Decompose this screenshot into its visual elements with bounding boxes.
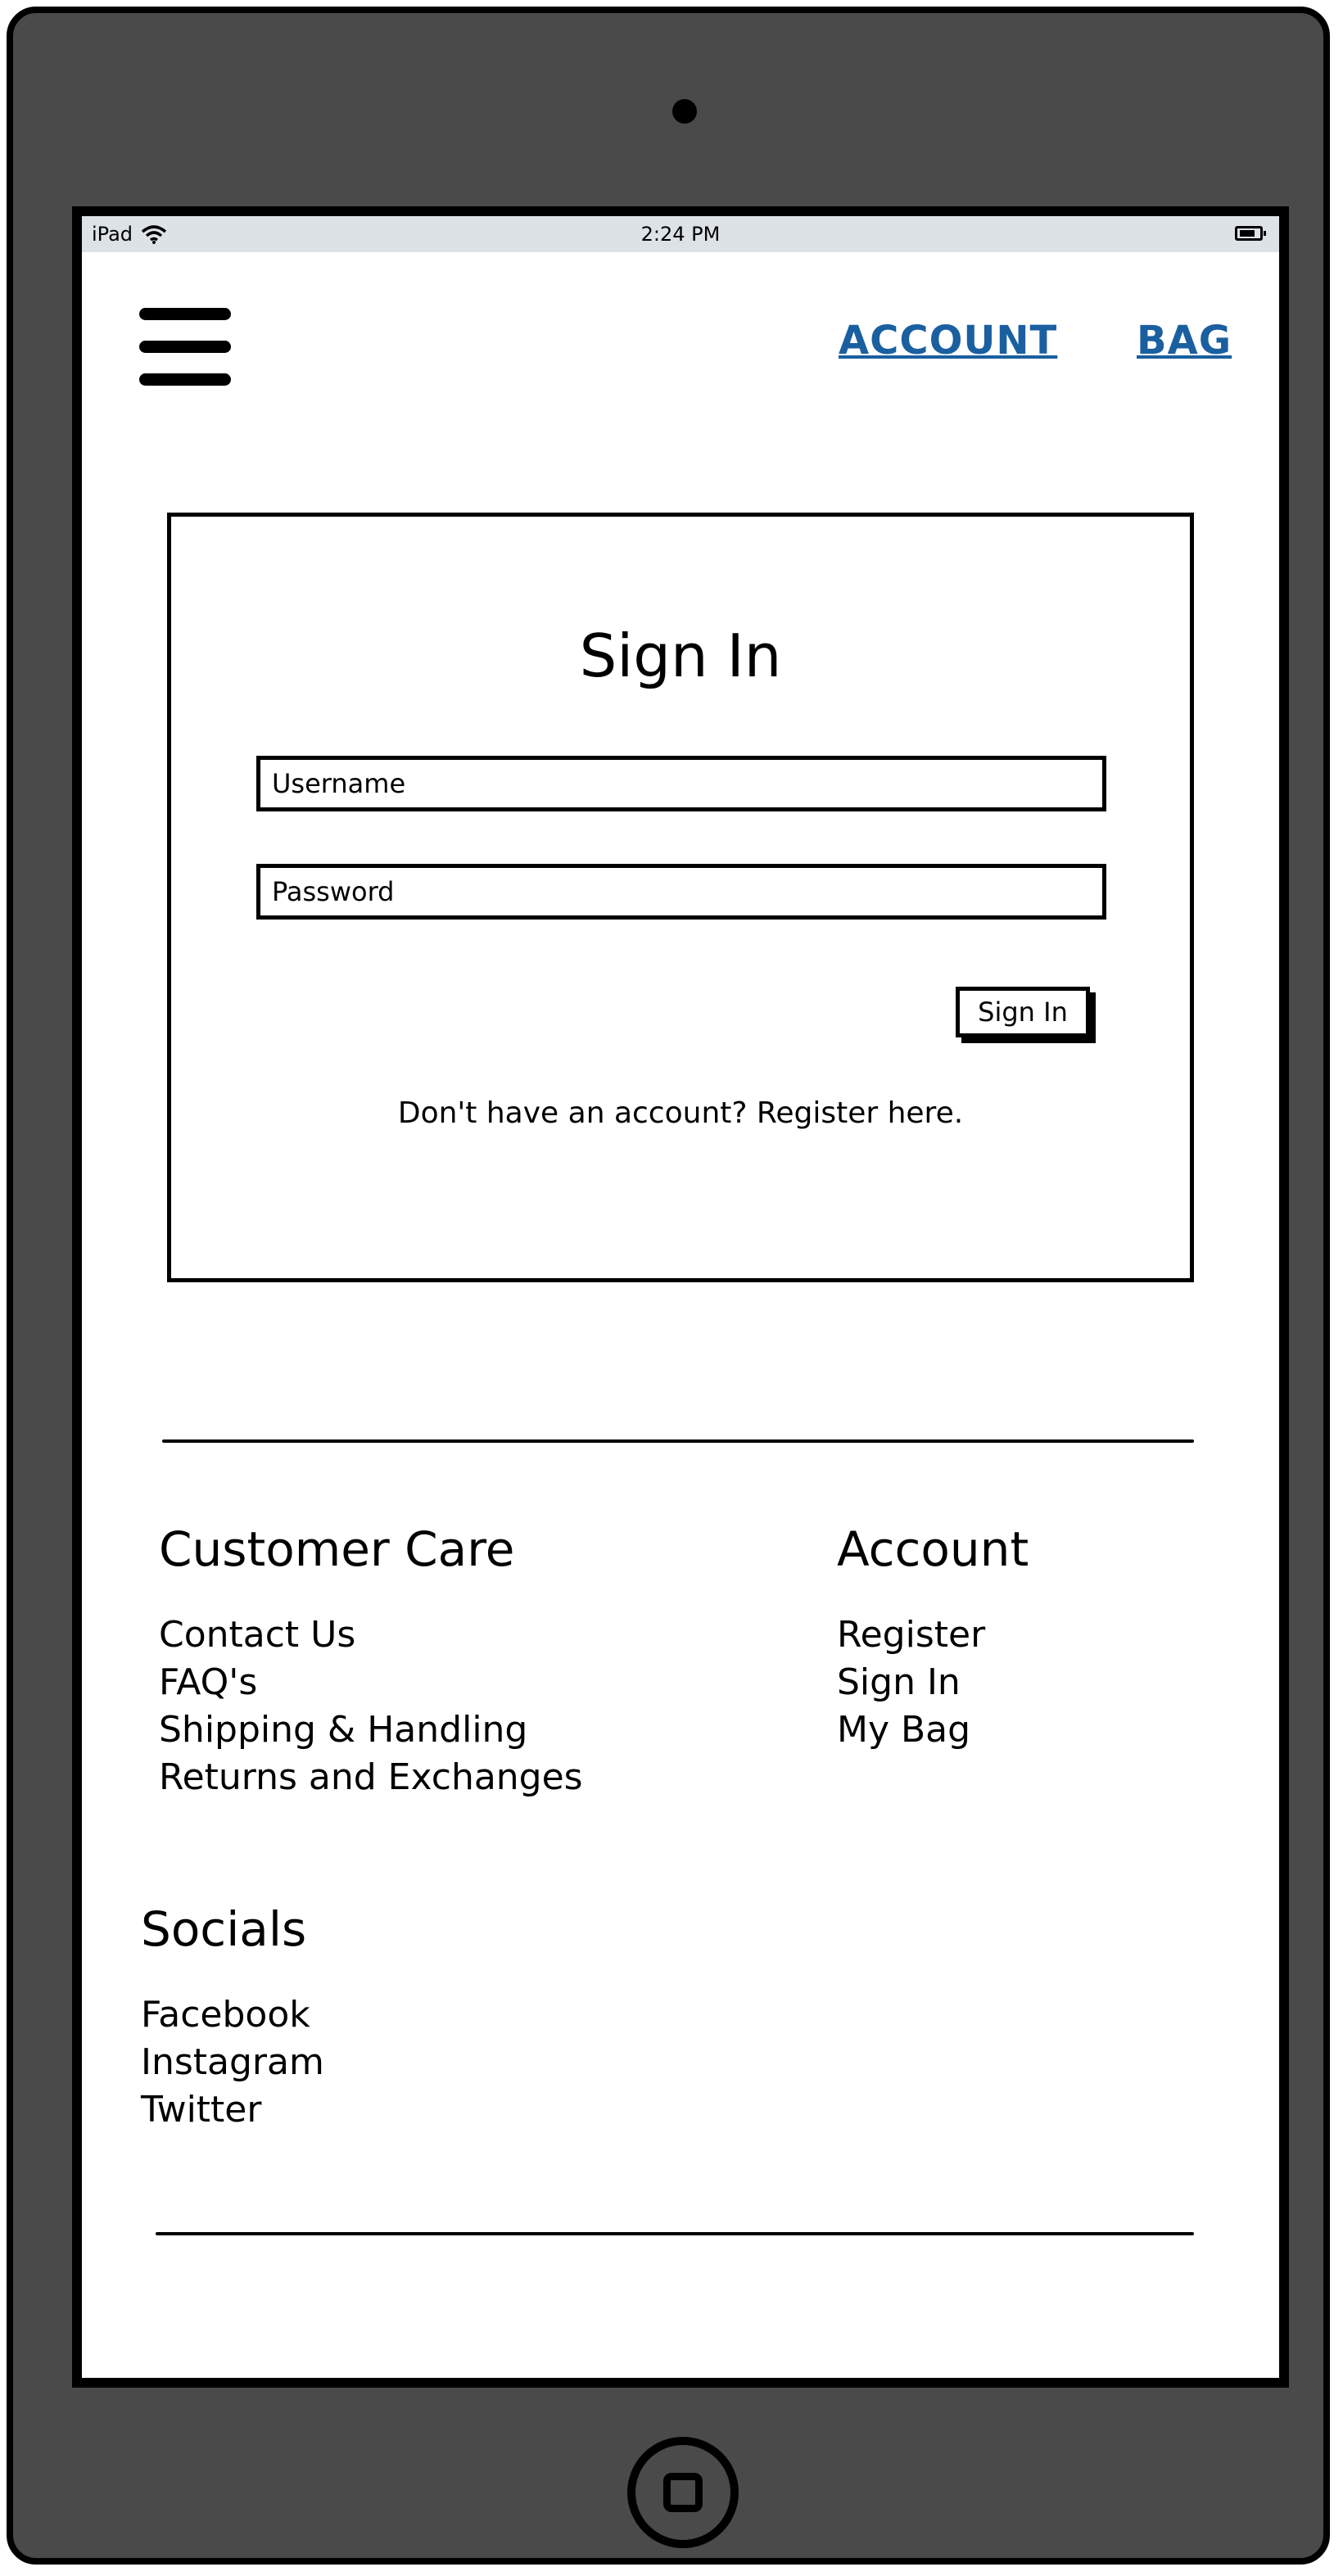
footer-link-my-bag[interactable]: My Bag [837,1706,985,1754]
footer-link-shipping[interactable]: Shipping & Handling [159,1706,583,1754]
footer-link-returns[interactable]: Returns and Exchanges [159,1754,583,1801]
status-bar: iPad 2:24 PM [82,216,1279,252]
footer-link-twitter[interactable]: Twitter [141,2086,324,2134]
device-screen: iPad 2:24 PM ACCOUNT BAG Sign In Sign In [72,206,1289,2388]
battery-icon [1235,226,1266,241]
footer-link-register[interactable]: Register [837,1611,985,1659]
signin-title: Sign In [579,621,782,690]
home-square-icon [663,2473,703,2512]
socials-links: Facebook Instagram Twitter [141,1991,324,2134]
status-time: 2:24 PM [640,223,721,246]
footer-link-instagram[interactable]: Instagram [141,2039,324,2086]
footer-link-sign-in[interactable]: Sign In [837,1659,985,1706]
signin-card: Sign In Sign In Don't have an account? R… [167,513,1194,1282]
footer-divider-bottom [156,2232,1194,2235]
password-input[interactable] [256,864,1106,920]
customer-care-links: Contact Us FAQ's Shipping & Handling Ret… [159,1611,583,1801]
bag-nav-link[interactable]: BAG [1137,318,1232,364]
account-links: Register Sign In My Bag [837,1611,985,1754]
footer-link-contact-us[interactable]: Contact Us [159,1611,583,1659]
account-nav-link[interactable]: ACCOUNT [839,318,1057,364]
username-input[interactable] [256,756,1106,811]
footer-link-facebook[interactable]: Facebook [141,1991,324,2039]
account-heading: Account [837,1521,1029,1577]
home-button[interactable] [627,2437,739,2548]
customer-care-heading: Customer Care [159,1521,515,1577]
camera-icon [672,99,697,124]
hamburger-menu-icon[interactable] [139,308,231,386]
footer-link-faqs[interactable]: FAQ's [159,1659,583,1706]
signin-button[interactable]: Sign In [956,987,1090,1037]
footer-divider-top [162,1439,1194,1443]
register-link[interactable]: Don't have an account? Register here. [171,1096,1190,1130]
socials-heading: Socials [141,1901,307,1957]
ipad-frame: iPad 2:24 PM ACCOUNT BAG Sign In Sign In [7,7,1330,2565]
